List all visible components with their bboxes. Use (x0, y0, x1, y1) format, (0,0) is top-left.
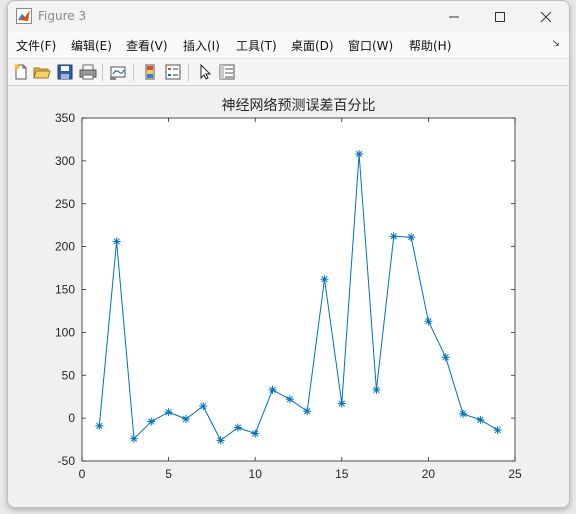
menu-desktop[interactable]: 桌面(D) (291, 37, 334, 54)
y-tick-label: 100 (55, 325, 75, 339)
data-point (251, 429, 260, 438)
y-tick-label: -50 (58, 454, 76, 468)
data-point (268, 385, 277, 394)
menu-tools[interactable]: 工具(T) (236, 37, 277, 54)
chart-title: 神经网络预测误差百分比 (222, 98, 376, 114)
x-tick-label: 10 (249, 467, 263, 481)
print-icon[interactable] (79, 63, 97, 81)
menu-help[interactable]: 帮助(H) (409, 37, 451, 54)
menu-edit[interactable]: 编辑(E) (71, 37, 112, 54)
maximize-button[interactable] (477, 1, 523, 32)
open-file-icon[interactable] (33, 63, 51, 81)
toolbar-separator (188, 64, 189, 81)
legend-icon[interactable] (164, 63, 182, 81)
toolbar-separator (133, 64, 134, 81)
data-point (181, 414, 190, 423)
data-point (355, 150, 364, 159)
y-tick-label: 50 (62, 368, 76, 382)
minimize-icon (449, 16, 459, 17)
y-tick-label: 350 (55, 111, 75, 125)
y-tick-label: 200 (55, 240, 75, 254)
figure-canvas: 神经网络预测误差百分比 0 5 10 15 20 25 -50 0 50 100 150 200 250 3… (8, 86, 569, 507)
link-plot-icon[interactable] (109, 63, 127, 81)
menu-view[interactable]: 查看(V) (126, 37, 168, 54)
toolbar (8, 59, 569, 86)
data-point (493, 426, 502, 435)
data-point (476, 415, 485, 424)
menu-window[interactable]: 窗口(W) (348, 37, 393, 54)
x-tick-label: 25 (508, 467, 522, 481)
data-point (112, 237, 121, 246)
minimize-button[interactable] (431, 1, 477, 32)
figure-window: Figure 3 文件(F) 编辑(E) 查看(V) 插入(I) 工具(T) 桌… (7, 0, 570, 508)
y-tick-label: 250 (55, 197, 75, 211)
property-inspector-icon[interactable] (218, 63, 236, 81)
data-point (95, 421, 104, 430)
data-point (337, 399, 346, 408)
toolbar-separator (102, 64, 103, 81)
y-tick-label: 150 (55, 283, 75, 297)
save-icon[interactable] (56, 63, 74, 81)
window-title: Figure 3 (38, 9, 87, 23)
maximize-icon (495, 11, 505, 22)
plot-area (81, 117, 516, 462)
colorbar-icon[interactable] (141, 63, 159, 81)
line-chart[interactable]: 神经网络预测误差百分比0 5 10 15 20 25-500501001502002503… (8, 86, 569, 507)
y-tick-label: 0 (68, 411, 75, 425)
data-point (147, 417, 156, 426)
data-point (216, 436, 225, 445)
title-bar: Figure 3 (8, 1, 569, 32)
close-button[interactable] (523, 1, 569, 32)
matlab-icon (16, 8, 32, 24)
close-icon (540, 11, 552, 22)
data-point (441, 353, 450, 362)
menu-bar: 文件(F) 编辑(E) 查看(V) 插入(I) 工具(T) 桌面(D) 窗口(W… (8, 32, 569, 59)
new-figure-icon[interactable] (12, 63, 30, 81)
x-tick-label: 5 (165, 467, 172, 481)
y-tick-label: 300 (55, 154, 75, 168)
x-tick-label: 15 (335, 467, 349, 481)
pointer-icon[interactable] (196, 63, 214, 81)
data-point (285, 395, 294, 404)
menu-file[interactable]: 文件(F) (16, 37, 56, 54)
x-tick-label: 20 (422, 467, 436, 481)
menu-insert[interactable]: 插入(I) (183, 37, 220, 54)
menu-overflow-icon[interactable]: ↘ (552, 38, 560, 49)
data-point (372, 385, 381, 394)
data-point (459, 409, 468, 418)
data-point (303, 407, 312, 416)
x-tick-label: 0 (79, 467, 86, 481)
